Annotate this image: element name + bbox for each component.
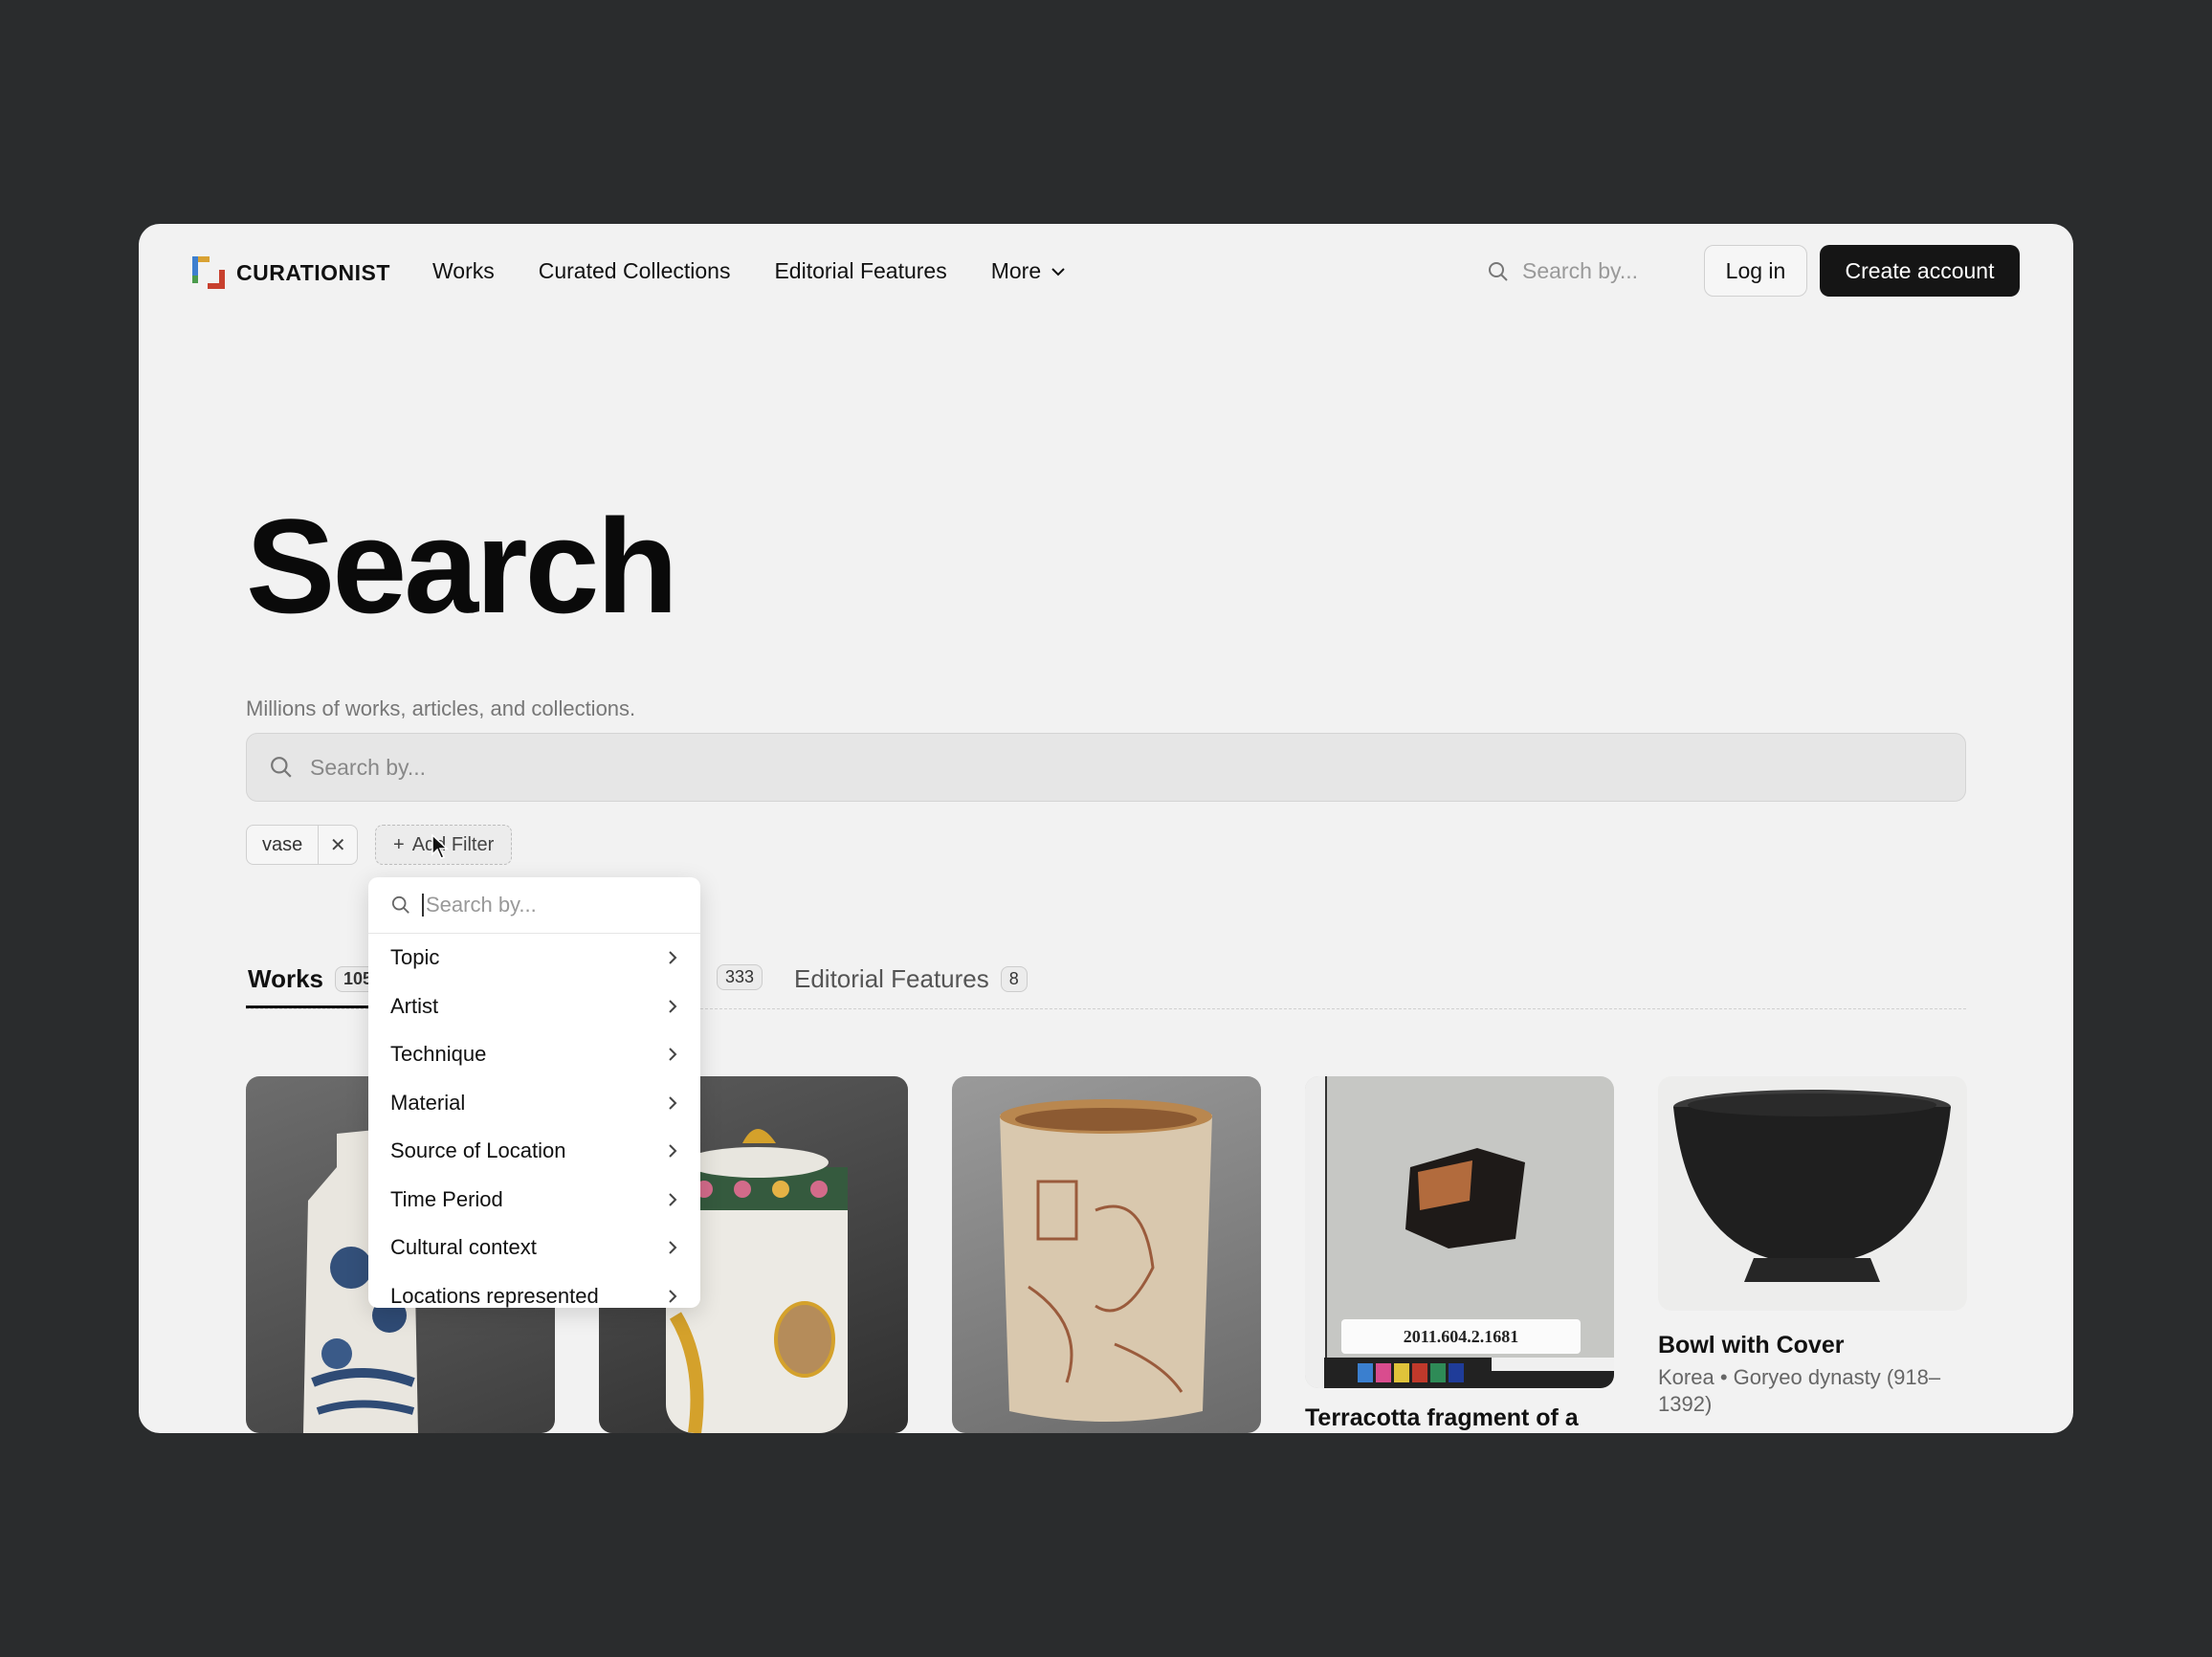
tab-count: 333	[717, 964, 763, 990]
work-card-title[interactable]: Bowl with Cover	[1658, 1332, 1844, 1359]
close-icon[interactable]: ✕	[319, 826, 357, 864]
header-search-input[interactable]: Search by...	[1488, 258, 1638, 284]
header-search-placeholder: Search by...	[1522, 258, 1639, 283]
dropdown-item-locations-represented[interactable]: Locations represented	[368, 1272, 700, 1309]
tab-count: 8	[1000, 966, 1028, 992]
dropdown-search-placeholder: Search by...	[426, 893, 537, 917]
chevron-right-icon	[669, 1193, 677, 1206]
nav-item-editorial-features[interactable]: Editorial Features	[774, 258, 946, 284]
nav-more-menu[interactable]: More	[991, 258, 1066, 284]
add-filter-label: Add Filter	[411, 833, 495, 855]
mouse-cursor-icon	[431, 834, 449, 859]
dropdown-item-time-period[interactable]: Time Period	[368, 1176, 700, 1225]
dropdown-item-label: Artist	[390, 993, 439, 1018]
page-subtitle: Millions of works, articles, and collect…	[246, 696, 636, 720]
filter-chip-label: vase	[247, 826, 320, 864]
dropdown-item-label: Material	[390, 1090, 466, 1115]
dropdown-item-label: Locations represented	[390, 1283, 599, 1308]
dropdown-search-input[interactable]: Search by...	[368, 877, 700, 934]
plus-icon: +	[393, 833, 405, 855]
app-window: CURATIONIST Works Curated Collections Ed…	[139, 224, 2073, 1433]
bowl-image	[1673, 1090, 1951, 1282]
page-title: Search	[246, 491, 678, 641]
chevron-right-icon	[669, 1144, 677, 1158]
filter-chip: vase ✕	[246, 825, 359, 865]
dropdown-item-label: Topic	[390, 945, 440, 970]
login-button[interactable]: Log in	[1704, 245, 1807, 297]
chevron-right-icon	[669, 1048, 677, 1061]
search-icon	[391, 895, 409, 914]
create-account-button[interactable]: Create account	[1820, 245, 2020, 297]
dropdown-item-cultural-context[interactable]: Cultural context	[368, 1224, 700, 1272]
text-caret	[422, 894, 424, 917]
nav-more-label: More	[990, 258, 1042, 283]
chevron-right-icon	[669, 1290, 677, 1303]
logo-icon	[192, 256, 225, 289]
tab-editorial-features[interactable]: Editorial Features 8	[794, 964, 1028, 994]
nav-item-curated-collections[interactable]: Curated Collections	[539, 258, 731, 284]
main-search-placeholder: Search by...	[310, 754, 427, 780]
cylinder-vessel-image	[1000, 1099, 1212, 1422]
dropdown-item-label: Source of Location	[390, 1138, 566, 1163]
work-card-image[interactable]	[1658, 1076, 1967, 1311]
work-card-image[interactable]	[952, 1076, 1261, 1433]
nav-item-works[interactable]: Works	[432, 258, 495, 284]
tab-collections[interactable]: 333	[705, 964, 763, 990]
chevron-right-icon	[669, 1241, 677, 1254]
work-card-title[interactable]: Terracotta fragment of a	[1305, 1404, 1579, 1432]
chevron-right-icon	[669, 1096, 677, 1110]
brand-name: CURATIONIST	[236, 259, 390, 285]
work-card-image[interactable]: 2011.604.2.1681	[1305, 1076, 1614, 1388]
tab-works[interactable]: Works 105	[248, 964, 382, 994]
chevron-down-icon	[1051, 267, 1065, 276]
add-filter-dropdown: Search by... Topic Artist Technique Mate…	[368, 877, 700, 1308]
dropdown-item-label: Cultural context	[390, 1235, 537, 1260]
dropdown-item-artist[interactable]: Artist	[368, 983, 700, 1031]
dropdown-item-label: Technique	[390, 1042, 487, 1067]
search-icon	[1489, 261, 1508, 281]
main-nav: Works Curated Collections Editorial Feat…	[432, 258, 1066, 284]
dropdown-item-material[interactable]: Material	[368, 1079, 700, 1128]
brand-logo[interactable]: CURATIONIST	[192, 256, 390, 289]
main-search-input[interactable]: Search by...	[246, 733, 1966, 802]
search-icon	[271, 757, 292, 778]
chevron-right-icon	[669, 951, 677, 964]
catalog-label: 2011.604.2.1681	[1403, 1326, 1519, 1346]
dropdown-item-topic[interactable]: Topic	[368, 934, 700, 983]
dropdown-item-source-of-location[interactable]: Source of Location	[368, 1127, 700, 1176]
chevron-right-icon	[669, 1000, 677, 1013]
tab-label: Editorial Features	[794, 964, 989, 993]
tab-label: Works	[248, 964, 323, 993]
dropdown-item-label: Time Period	[390, 1186, 503, 1211]
work-card-meta: Korea • Goryeo dynasty (918–1392)	[1658, 1365, 1941, 1416]
dropdown-item-technique[interactable]: Technique	[368, 1030, 700, 1079]
